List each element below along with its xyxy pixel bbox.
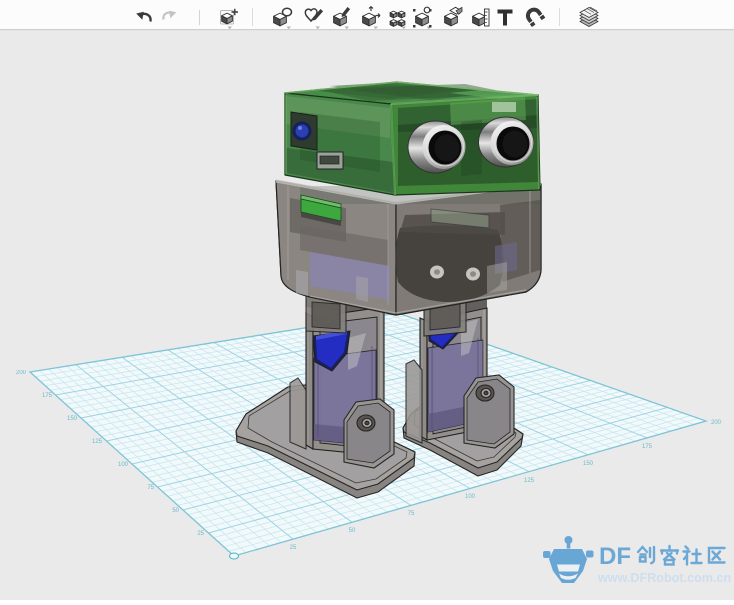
- svg-text:75: 75: [147, 485, 154, 491]
- svg-text:25: 25: [290, 545, 297, 551]
- svg-text:25: 25: [197, 531, 204, 537]
- svg-text:100: 100: [465, 494, 476, 500]
- svg-text:75: 75: [408, 511, 415, 517]
- svg-text:125: 125: [92, 439, 103, 445]
- svg-text:50: 50: [172, 508, 179, 514]
- svg-text:150: 150: [67, 416, 78, 422]
- svg-text:100: 100: [118, 462, 129, 468]
- svg-text:175: 175: [642, 444, 653, 450]
- svg-text:150: 150: [583, 461, 594, 467]
- svg-text:DF: DF: [599, 543, 631, 570]
- svg-text:200: 200: [711, 420, 722, 426]
- svg-text:200: 200: [16, 370, 27, 376]
- svg-text:125: 125: [524, 478, 535, 484]
- svg-text:www.DFRobot.com.cn: www.DFRobot.com.cn: [597, 571, 731, 585]
- svg-text:175: 175: [42, 393, 53, 399]
- svg-text:50: 50: [349, 528, 356, 534]
